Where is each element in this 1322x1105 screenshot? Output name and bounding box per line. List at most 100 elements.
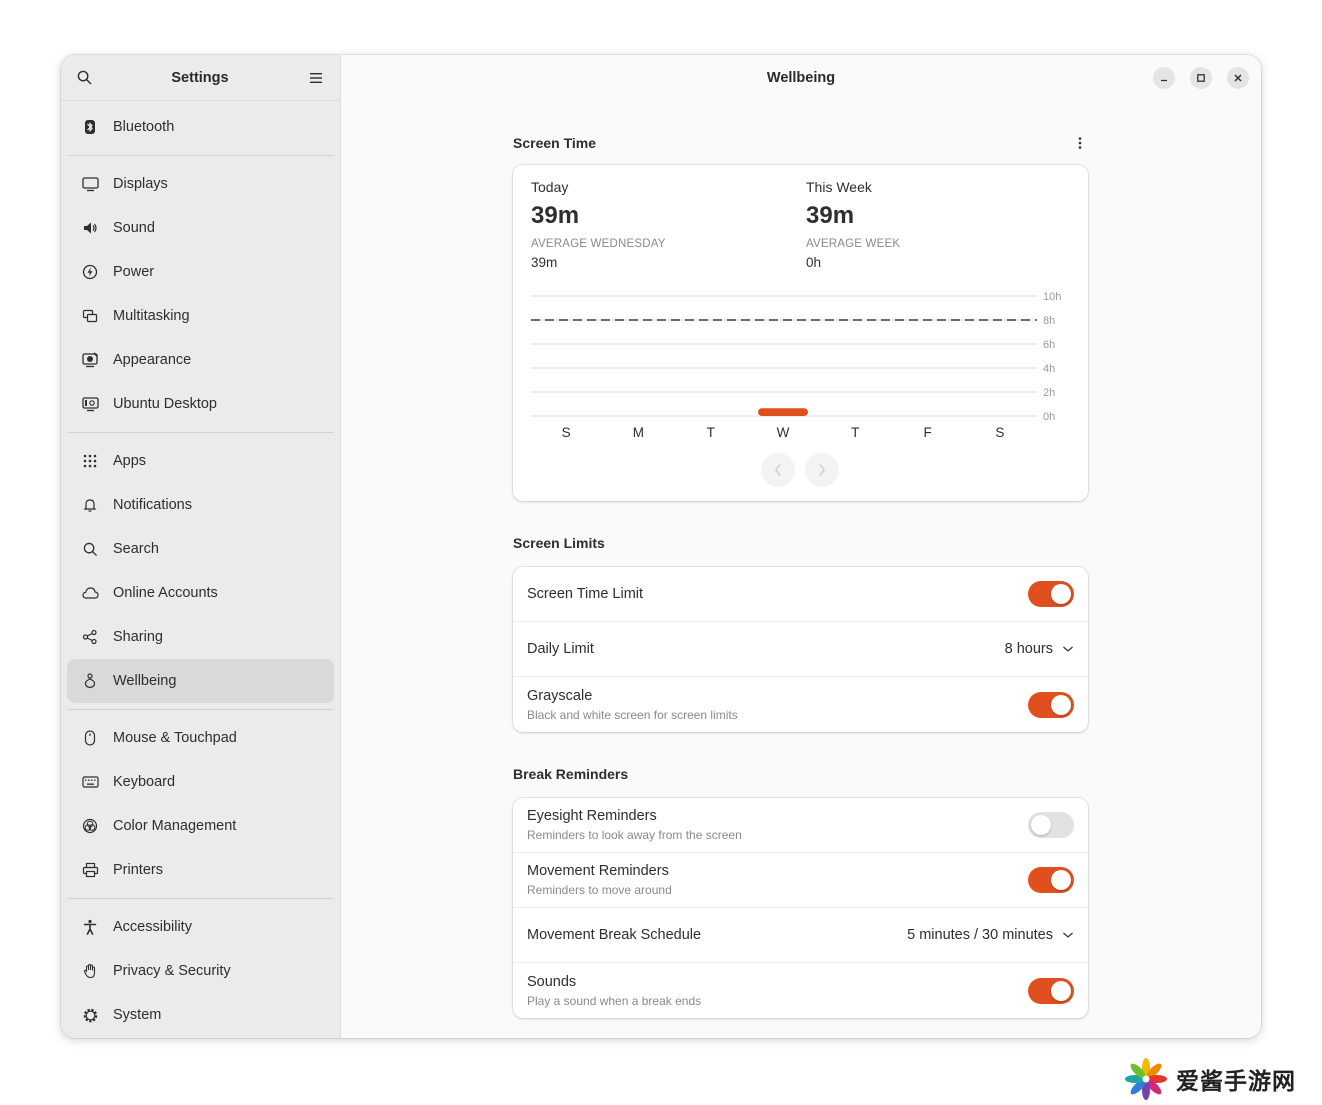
chart-y-tick-label: 2h (1043, 387, 1055, 399)
sidebar-item-label: Notifications (113, 497, 192, 513)
power-icon (81, 263, 99, 281)
previous-week-button[interactable] (761, 453, 795, 487)
search-icon[interactable] (76, 70, 92, 86)
sidebar-item-color-management[interactable]: Color Management (67, 804, 334, 848)
sidebar: Settings Bluetooth Displays Sound Power Mult… (61, 55, 341, 1038)
window-controls (1153, 67, 1249, 89)
maximize-icon (1197, 74, 1205, 82)
chart-y-tick-label: 10h (1043, 291, 1061, 303)
sidebar-item-label: Privacy & Security (113, 963, 231, 979)
sidebar-item-privacy-and-security[interactable]: Privacy & Security (67, 949, 334, 993)
sidebar-item-mouse-and-touchpad[interactable]: Mouse & Touchpad (67, 716, 334, 760)
accessibility-icon (81, 918, 99, 936)
screen-time-card: Today 39m AVERAGE WEDNESDAY 39m This Wee… (513, 165, 1088, 501)
chevron-down-icon (1063, 932, 1073, 938)
grayscale-toggle[interactable] (1028, 691, 1074, 718)
chart-x-tick-label: S (562, 425, 571, 440)
sidebar-header: Settings (61, 55, 340, 101)
sidebar-item-bluetooth[interactable]: Bluetooth (67, 105, 334, 149)
main-panel: Wellbeing Screen Time Today 39m AVERAGE … (341, 55, 1261, 1038)
sidebar-item-label: Multitasking (113, 308, 190, 324)
sounds-toggle[interactable] (1028, 977, 1074, 1004)
sidebar-item-system[interactable]: System (67, 993, 334, 1037)
eyesight-reminders-row[interactable]: Eyesight Reminders Reminders to look awa… (513, 798, 1088, 853)
sidebar-item-label: Color Management (113, 818, 237, 834)
screen-time-limit-label: Screen Time Limit (527, 586, 644, 602)
sounds-row[interactable]: Sounds Play a sound when a break ends (513, 963, 1088, 1018)
minimize-button[interactable] (1153, 67, 1175, 89)
sidebar-item-apps[interactable]: Apps (67, 439, 334, 483)
sidebar-item-online-accounts[interactable]: Online Accounts (67, 571, 334, 615)
wellbeing-icon (81, 672, 99, 690)
sidebar-item-ubuntu-desktop[interactable]: Ubuntu Desktop (67, 382, 334, 426)
screen-time-chart: 10h 8h 6h 4h 2h 0h S M T W T F S (531, 291, 1061, 440)
screen-limits-card: Screen Time Limit Daily Limit 8 hours Gr… (513, 567, 1088, 732)
sidebar-item-label: Mouse & Touchpad (113, 730, 237, 746)
sidebar-separator (67, 432, 334, 433)
chart-x-tick-label: M (633, 425, 644, 440)
movement-reminders-toggle[interactable] (1028, 867, 1074, 893)
movement-reminders-label: Movement Reminders (527, 863, 669, 879)
close-icon (1234, 74, 1242, 82)
grayscale-row[interactable]: Grayscale Black and white screen for scr… (513, 677, 1088, 732)
maximize-button[interactable] (1190, 67, 1212, 89)
printer-icon (81, 861, 99, 879)
sidebar-item-displays[interactable]: Displays (67, 162, 334, 206)
movement-break-schedule-dropdown[interactable]: 5 minutes / 30 minutes (907, 927, 1074, 943)
sidebar-item-label: Power (113, 264, 155, 280)
sidebar-item-label: Apps (113, 453, 147, 469)
wellbeing-content: Screen Time Today 39m AVERAGE WEDNESDAY … (513, 133, 1088, 1018)
sidebar-item-power[interactable]: Power (67, 250, 334, 294)
sidebar-item-appearance[interactable]: Appearance (67, 338, 334, 382)
chart-y-tick-label: 4h (1043, 363, 1055, 375)
sidebar-item-search[interactable]: Search (67, 527, 334, 571)
next-week-button[interactable] (805, 453, 839, 487)
sidebar-item-label: Appearance (113, 352, 192, 368)
screen-time-limit-row[interactable]: Screen Time Limit (513, 567, 1088, 622)
sidebar-item-label: Bluetooth (113, 119, 175, 135)
chart-x-tick-label: W (777, 425, 790, 440)
chart-y-tick-label: 0h (1043, 411, 1055, 423)
chart-x-tick-label: S (995, 425, 1004, 440)
movement-break-schedule-row[interactable]: Movement Break Schedule 5 minutes / 30 m… (513, 908, 1088, 963)
screen-time-limit-toggle[interactable] (1028, 581, 1074, 607)
minimize-icon (1161, 79, 1167, 82)
pinwheel-logo-icon (1125, 1058, 1167, 1100)
sidebar-item-sharing[interactable]: Sharing (67, 615, 334, 659)
hand-icon (81, 962, 99, 980)
sidebar-item-label: System (113, 1007, 162, 1023)
sidebar-item-accessibility[interactable]: Accessibility (67, 905, 334, 949)
sidebar-item-sound[interactable]: Sound (67, 206, 334, 250)
color-icon (81, 817, 99, 835)
sidebar-item-keyboard[interactable]: Keyboard (67, 760, 334, 804)
close-button[interactable] (1227, 67, 1249, 89)
screen-limits-header: Screen Limits (513, 533, 1088, 553)
eyesight-reminders-toggle[interactable] (1028, 812, 1074, 838)
movement-break-schedule-value: 5 minutes / 30 minutes (907, 927, 1053, 943)
speaker-icon (81, 219, 99, 237)
chevron-down-icon (1063, 646, 1073, 652)
sidebar-item-notifications[interactable]: Notifications (67, 483, 334, 527)
movement-reminders-row[interactable]: Movement Reminders Reminders to move aro… (513, 853, 1088, 908)
daily-limit-value: 8 hours (1004, 641, 1053, 657)
screen-time-title: Screen Time (513, 135, 597, 151)
sidebar-item-label: Wellbeing (113, 673, 177, 689)
sidebar-item-label: Displays (113, 176, 168, 192)
sidebar-item-label: Sound (113, 220, 155, 236)
sidebar-item-printers[interactable]: Printers (67, 848, 334, 892)
daily-limit-label: Daily Limit (527, 641, 594, 657)
sidebar-item-label: Online Accounts (113, 585, 218, 601)
more-options-icon[interactable] (1072, 135, 1088, 151)
chevron-left-icon (774, 464, 781, 476)
grayscale-subtitle: Black and white screen for screen limits (527, 707, 738, 722)
daily-limit-dropdown[interactable]: 8 hours (1005, 641, 1074, 657)
search-icon (81, 540, 99, 558)
break-reminders-header: Break Reminders (513, 764, 1088, 784)
break-reminders-card: Eyesight Reminders Reminders to look awa… (513, 798, 1088, 1018)
daily-limit-row[interactable]: Daily Limit 8 hours (513, 622, 1088, 677)
sidebar-item-wellbeing[interactable]: Wellbeing (67, 659, 334, 703)
sounds-label: Sounds (527, 973, 577, 990)
sidebar-item-multitasking[interactable]: Multitasking (67, 294, 334, 338)
hamburger-menu-icon[interactable] (308, 70, 324, 86)
page-title: Wellbeing (766, 70, 836, 86)
